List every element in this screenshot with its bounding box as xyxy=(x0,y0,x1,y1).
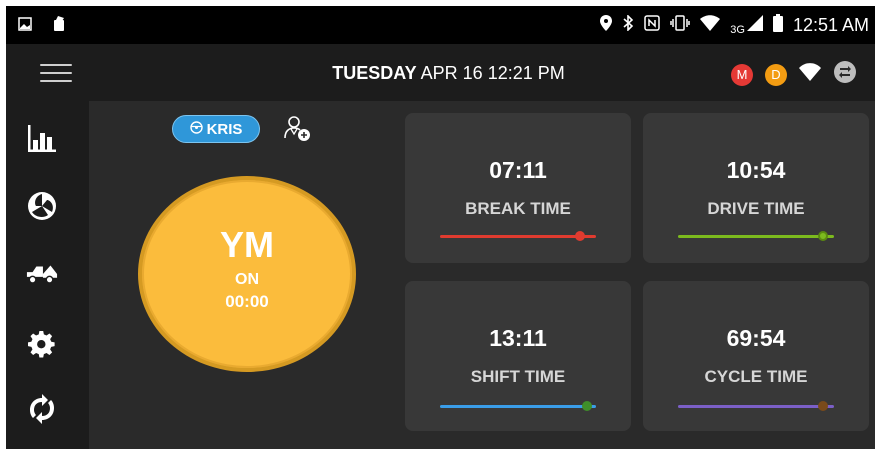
duty-status-button[interactable]: YM ON 00:00 xyxy=(138,176,356,372)
app-header: TUESDAY APR 16 12:21 PM M D xyxy=(6,44,875,101)
gear-icon[interactable] xyxy=(26,328,58,360)
shift-time-value: 13:11 xyxy=(489,325,547,351)
duty-status-timer: 00:00 xyxy=(225,292,269,311)
wifi-icon xyxy=(700,14,721,36)
sidebar xyxy=(6,101,89,449)
current-driver-button[interactable]: Kris xyxy=(172,115,260,143)
logs-chart-icon[interactable] xyxy=(26,123,58,155)
header-date: APR 16 xyxy=(420,63,483,83)
steering-wheel-icon xyxy=(189,120,203,138)
shift-time-bar xyxy=(440,401,596,411)
network-type: 3G xyxy=(730,23,745,36)
break-time-card[interactable]: 07:11 BREAK TIME xyxy=(405,113,631,263)
gallery-icon xyxy=(18,17,32,36)
wifi-status-icon[interactable] xyxy=(799,63,821,86)
cycle-time-label: CYCLE TIME xyxy=(704,367,808,386)
drive-time-value: 10:54 xyxy=(726,157,786,183)
break-time-marker xyxy=(575,231,585,241)
malfunction-badge[interactable]: M xyxy=(731,63,753,86)
break-time-bar xyxy=(440,231,596,241)
aperture-icon[interactable] xyxy=(26,190,58,222)
diagnostic-badge[interactable]: D xyxy=(765,63,787,86)
break-time-label: BREAK TIME xyxy=(465,199,571,218)
vibrate-icon xyxy=(670,14,690,36)
duty-status-state: ON xyxy=(235,271,259,288)
header-day: TUESDAY xyxy=(332,63,417,83)
sync-icon[interactable] xyxy=(26,393,58,425)
connection-icon[interactable] xyxy=(833,60,857,89)
cycle-time-card[interactable]: 69:54 CYCLE TIME xyxy=(643,281,869,431)
truck-icon[interactable] xyxy=(26,258,58,290)
status-time: 12:51 AM xyxy=(792,14,869,35)
break-time-value: 07:11 xyxy=(489,157,547,183)
add-driver-icon[interactable] xyxy=(283,114,313,144)
shift-time-label: SHIFT TIME xyxy=(470,367,566,386)
drive-time-marker xyxy=(818,231,828,241)
cycle-time-bar xyxy=(678,401,834,411)
location-icon xyxy=(600,14,613,36)
nfc-icon xyxy=(644,14,660,36)
bluetooth-icon xyxy=(622,13,634,36)
drive-time-bar xyxy=(678,231,834,241)
driver-name: Kris xyxy=(206,120,243,138)
shift-time-card[interactable]: 13:11 SHIFT TIME xyxy=(405,281,631,431)
battery-icon xyxy=(772,13,783,37)
phone-icon xyxy=(52,16,66,37)
signal-icon xyxy=(746,14,763,36)
status-bar: 3G 12:51 AM xyxy=(6,6,875,44)
cycle-time-value: 69:54 xyxy=(726,325,786,351)
drive-time-card[interactable]: 10:54 DRIVE TIME xyxy=(643,113,869,263)
header-time: 12:21 PM xyxy=(487,63,565,83)
cycle-time-marker xyxy=(818,401,828,411)
app-frame: 3G 12:51 AM TUESDAY APR 16 12:21 PM M D … xyxy=(6,6,875,449)
drive-time-label: DRIVE TIME xyxy=(707,199,805,218)
shift-time-marker xyxy=(582,401,592,411)
duty-status-code: YM xyxy=(220,224,274,265)
